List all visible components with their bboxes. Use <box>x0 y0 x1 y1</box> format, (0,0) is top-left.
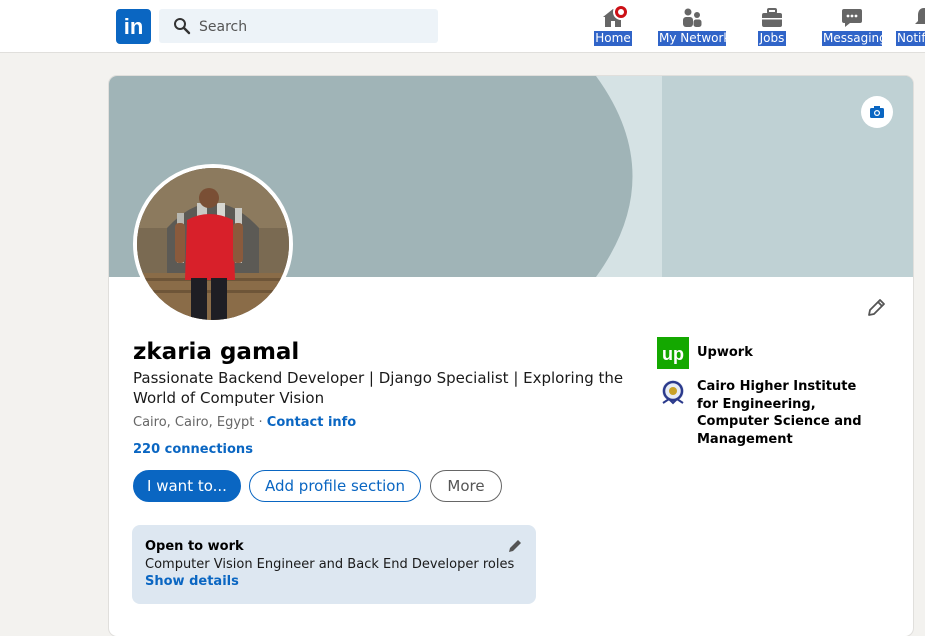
profile-location: Cairo, Cairo, Egypt <box>133 415 255 430</box>
camera-icon <box>870 106 884 118</box>
i-want-to-button[interactable]: I want to... <box>133 470 241 502</box>
nav-my-network-label: My Network <box>658 31 731 46</box>
edit-cover-button[interactable] <box>861 96 893 128</box>
profile-photo[interactable] <box>133 164 293 324</box>
chat-icon <box>842 9 862 27</box>
nav-notifications-label: Notif <box>896 31 925 46</box>
current-company[interactable]: Upwork <box>697 345 753 360</box>
network-icon <box>683 8 702 27</box>
search-box[interactable] <box>159 9 438 45</box>
nav-my-network[interactable]: My Network <box>658 4 731 50</box>
edit-open-to-work-pencil-icon[interactable] <box>507 538 523 554</box>
nav-home-label: Home <box>594 31 632 46</box>
top-navigation-bar: in Home My Network Jobs <box>0 0 925 53</box>
school-logo[interactable] <box>657 377 689 409</box>
linkedin-logo[interactable]: in <box>116 9 151 44</box>
upwork-logo[interactable]: up <box>657 337 689 369</box>
briefcase-icon <box>762 8 782 27</box>
profile-card: zkaria gamal Passionate Backend Develope… <box>109 76 913 636</box>
upwork-logo-icon: up <box>662 344 684 364</box>
open-to-work-roles: Computer Vision Engineer and Back End De… <box>145 557 515 572</box>
show-details-link[interactable]: Show details <box>145 574 239 589</box>
connections-link[interactable]: 220 connections <box>133 442 253 457</box>
contact-info-link[interactable]: Contact info <box>267 415 356 430</box>
profile-headline: Passionate Backend Developer | Django Sp… <box>133 369 624 407</box>
profile-location-line: Cairo, Cairo, Egypt · Contact info <box>133 415 356 430</box>
bell-icon <box>915 8 925 24</box>
search-icon <box>174 18 191 35</box>
nav-home[interactable]: Home <box>594 4 632 50</box>
add-profile-section-button[interactable]: Add profile section <box>249 470 421 502</box>
nav-messaging[interactable]: Messaging <box>822 4 887 50</box>
open-to-work-title: Open to work <box>145 539 244 554</box>
nav-notifications[interactable]: Notif <box>896 4 925 50</box>
profile-photo-image <box>137 168 289 320</box>
upwork-logo-text: up <box>662 344 684 364</box>
more-button[interactable]: More <box>430 470 502 502</box>
nav-jobs-label: Jobs <box>758 31 786 46</box>
profile-name: zkaria gamal <box>133 339 300 365</box>
edit-intro-pencil-icon[interactable] <box>865 297 887 319</box>
location-separator: · <box>254 415 267 430</box>
open-to-work-box[interactable]: Open to work Computer Vision Engineer an… <box>132 525 536 604</box>
nav-messaging-label: Messaging <box>822 31 887 46</box>
education-school[interactable]: Cairo Higher Institute for Engineering, … <box>697 378 877 448</box>
search-input[interactable] <box>197 9 431 45</box>
nav-jobs[interactable]: Jobs <box>758 4 786 50</box>
notification-badge <box>613 4 629 20</box>
